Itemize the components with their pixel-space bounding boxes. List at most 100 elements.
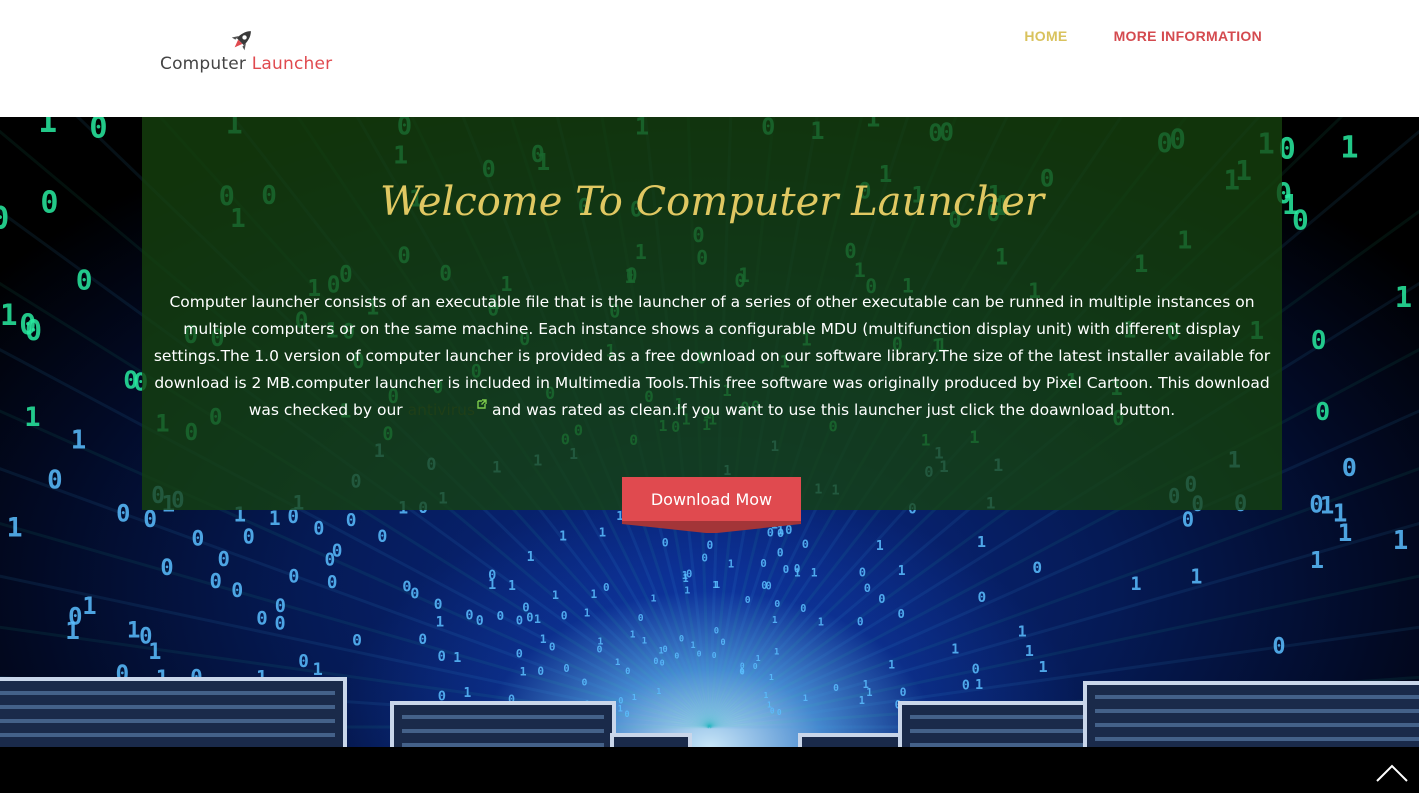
svg-text:0: 0 <box>563 663 569 675</box>
svg-text:0: 0 <box>800 604 806 615</box>
svg-text:1: 1 <box>508 579 516 594</box>
svg-text:0: 0 <box>40 185 58 220</box>
svg-text:0: 0 <box>298 652 309 672</box>
svg-text:1: 1 <box>888 659 895 672</box>
nav-more-information-link[interactable]: MORE INFORMATION <box>1114 28 1262 44</box>
svg-text:1: 1 <box>552 588 559 602</box>
svg-text:0: 0 <box>857 616 864 629</box>
svg-text:0: 0 <box>777 708 782 717</box>
logo-word-launcher: Launcher <box>251 54 333 74</box>
site-logo[interactable]: Computer Launcher <box>160 26 332 80</box>
svg-text:0: 0 <box>898 607 905 621</box>
svg-text:0: 0 <box>774 599 780 610</box>
chevron-up-icon[interactable] <box>1375 763 1409 783</box>
svg-text:1: 1 <box>774 648 779 658</box>
svg-text:1: 1 <box>1310 546 1324 574</box>
svg-text:0: 0 <box>123 366 138 395</box>
svg-text:0: 0 <box>256 607 267 629</box>
button-ribbon-tail <box>622 521 801 533</box>
svg-text:1: 1 <box>691 640 696 650</box>
svg-text:0: 0 <box>275 613 286 634</box>
svg-text:0: 0 <box>0 201 9 237</box>
svg-text:0: 0 <box>231 579 243 602</box>
svg-text:0: 0 <box>352 631 362 650</box>
svg-text:0: 0 <box>218 547 230 571</box>
svg-text:1: 1 <box>764 691 769 700</box>
svg-text:1: 1 <box>534 612 541 626</box>
svg-text:1: 1 <box>0 298 18 332</box>
svg-text:1: 1 <box>436 615 445 631</box>
main-nav: HOME MORE INFORMATION <box>1024 28 1262 44</box>
svg-text:0: 0 <box>402 577 411 595</box>
svg-text:0: 0 <box>116 499 130 527</box>
svg-text:0: 0 <box>663 645 668 655</box>
site-header: Computer Launcher HOME MORE INFORMATION <box>0 0 1419 117</box>
svg-text:1: 1 <box>803 694 808 704</box>
svg-text:0: 0 <box>346 510 357 531</box>
svg-text:0: 0 <box>100 117 119 119</box>
antivirus-link-label: antivirus <box>407 401 476 419</box>
svg-text:0: 0 <box>243 524 255 548</box>
svg-text:1: 1 <box>269 507 281 530</box>
svg-text:1: 1 <box>898 564 906 579</box>
svg-text:0: 0 <box>1315 397 1330 426</box>
svg-text:1: 1 <box>866 687 872 699</box>
svg-text:0: 0 <box>325 549 336 570</box>
svg-text:1: 1 <box>599 525 606 540</box>
svg-text:1: 1 <box>615 657 621 668</box>
svg-text:1: 1 <box>527 550 535 565</box>
antivirus-link[interactable]: antivirus <box>407 399 487 419</box>
svg-text:0: 0 <box>833 683 839 694</box>
svg-text:0: 0 <box>76 264 93 297</box>
svg-text:1: 1 <box>71 426 86 456</box>
svg-text:1: 1 <box>464 686 472 701</box>
download-button-wrapper: Download Mow <box>622 477 801 533</box>
footer-bar <box>0 747 1419 793</box>
svg-text:0: 0 <box>739 667 744 676</box>
rocket-icon <box>231 31 251 51</box>
svg-text:0: 0 <box>68 603 83 631</box>
svg-text:0: 0 <box>653 656 658 666</box>
logo-wordmark: Computer Launcher <box>160 54 332 74</box>
svg-text:0: 0 <box>962 678 970 693</box>
logo-word-computer: Computer <box>160 54 247 74</box>
svg-text:1: 1 <box>1393 526 1409 556</box>
description-part-2: and was rated as clean.If you want to us… <box>487 401 1176 419</box>
svg-text:0: 0 <box>438 649 446 665</box>
nav-home-link[interactable]: HOME <box>1024 28 1067 44</box>
svg-text:1: 1 <box>818 617 824 629</box>
svg-text:1: 1 <box>876 539 884 554</box>
svg-text:1: 1 <box>859 696 865 707</box>
svg-text:1: 1 <box>1130 574 1141 595</box>
svg-text:0: 0 <box>878 592 885 606</box>
svg-text:0: 0 <box>497 608 505 623</box>
svg-text:1: 1 <box>811 566 818 579</box>
svg-text:0: 0 <box>603 581 610 594</box>
svg-text:0: 0 <box>721 637 726 647</box>
svg-text:0: 0 <box>712 651 717 660</box>
svg-text:0: 0 <box>143 507 157 533</box>
svg-text:1: 1 <box>1340 131 1358 166</box>
svg-text:0: 0 <box>674 651 679 661</box>
svg-text:0: 0 <box>802 537 809 551</box>
svg-text:0: 0 <box>777 545 784 559</box>
svg-text:1: 1 <box>584 607 591 620</box>
external-link-icon <box>477 399 487 409</box>
download-now-button[interactable]: Download Mow <box>622 477 801 521</box>
svg-text:0: 0 <box>1342 453 1357 482</box>
svg-text:0: 0 <box>89 117 107 146</box>
svg-text:1: 1 <box>82 592 96 620</box>
svg-text:0: 0 <box>48 117 67 121</box>
svg-text:1: 1 <box>951 643 959 658</box>
svg-text:0: 0 <box>434 597 443 613</box>
svg-text:0: 0 <box>900 685 907 699</box>
svg-text:0: 0 <box>465 608 473 624</box>
svg-text:1: 1 <box>630 629 636 640</box>
svg-text:0: 0 <box>707 539 714 552</box>
svg-text:1: 1 <box>313 660 323 680</box>
svg-text:0: 0 <box>516 613 523 627</box>
description-text: Computer launcher consists of an executa… <box>148 289 1276 424</box>
svg-text:0: 0 <box>288 567 299 588</box>
welcome-title: Welcome To Computer Launcher <box>380 179 1044 225</box>
svg-text:0: 0 <box>1272 635 1285 660</box>
